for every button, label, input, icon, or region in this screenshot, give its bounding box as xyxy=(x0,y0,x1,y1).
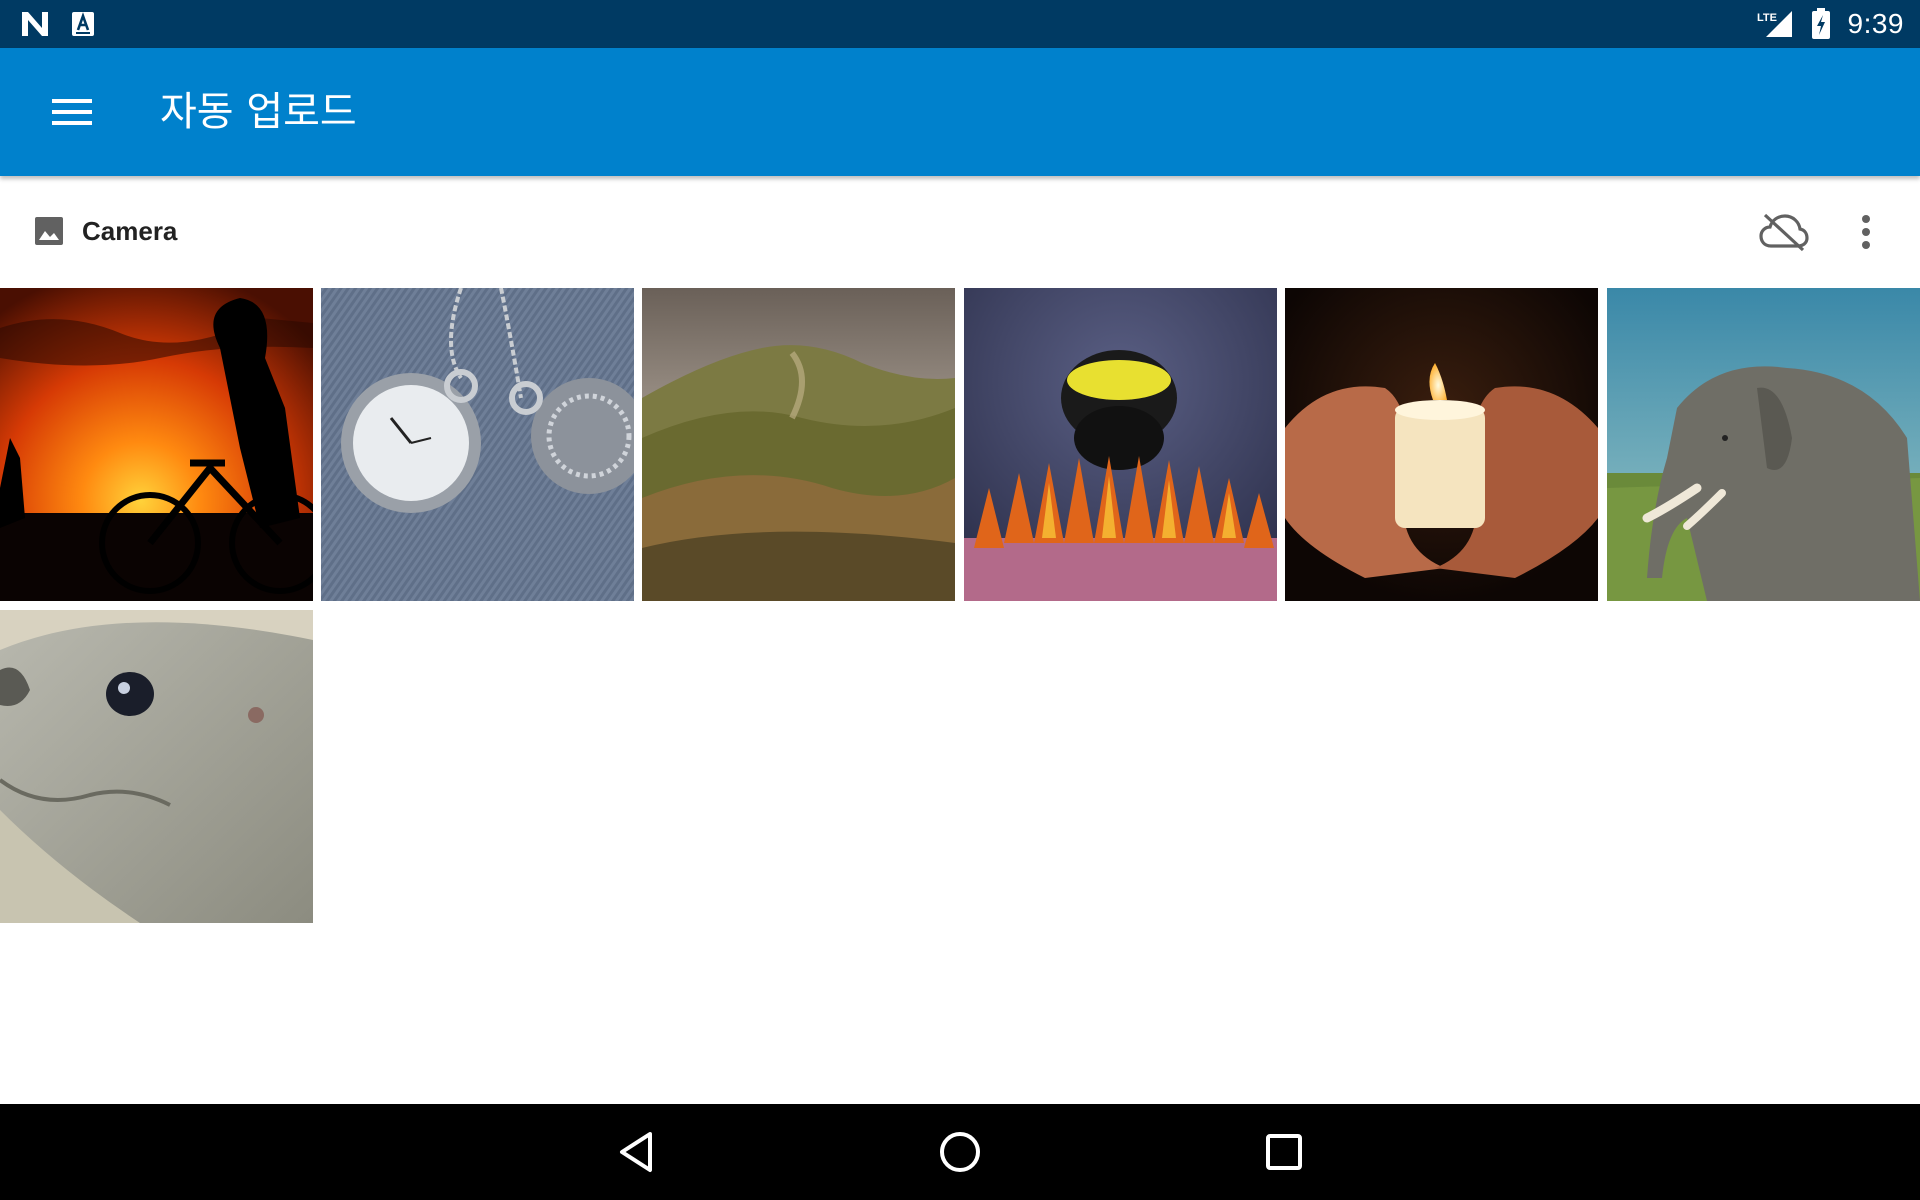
folder-header: Camera xyxy=(0,176,1920,286)
back-button[interactable] xyxy=(604,1120,668,1184)
folder-name: Camera xyxy=(82,216,178,246)
recents-button[interactable] xyxy=(1252,1120,1316,1184)
n-logo-icon xyxy=(22,12,48,36)
photo-image xyxy=(321,288,634,601)
photo-image xyxy=(0,610,313,923)
photo-thumbnail-hills-landscape[interactable] xyxy=(642,288,955,601)
home-icon xyxy=(940,1132,980,1172)
battery-charging-icon xyxy=(1811,8,1830,39)
lte-signal-icon: LTE xyxy=(1757,11,1792,37)
a-text-icon xyxy=(72,12,94,36)
svg-text:LTE: LTE xyxy=(1757,12,1777,24)
more-options-button[interactable] xyxy=(1846,204,1886,260)
back-icon xyxy=(620,1132,652,1172)
photo-thumbnail-pocket-watches[interactable] xyxy=(321,288,634,601)
cloud-off-button[interactable] xyxy=(1756,204,1812,260)
photo-image xyxy=(964,288,1277,601)
navigation-bar xyxy=(0,1104,1920,1200)
screen: LTE 9:39 자동 업로드 Camera xyxy=(0,0,1920,1200)
photo-thumbnail-sunset-bicycle[interactable] xyxy=(0,288,313,601)
menu-button[interactable] xyxy=(36,76,108,148)
photo-image xyxy=(1607,288,1920,601)
photo-image xyxy=(1285,288,1598,601)
home-button[interactable] xyxy=(928,1120,992,1184)
image-icon xyxy=(35,217,63,245)
recents-icon xyxy=(1266,1134,1302,1170)
photo-thumbnail-bumblebee-flower[interactable] xyxy=(964,288,1277,601)
photo-thumbnail-candle-hands[interactable] xyxy=(1285,288,1598,601)
more-vert-icon xyxy=(1862,215,1870,249)
page-title: 자동 업로드 xyxy=(160,89,357,135)
cloud-off-icon xyxy=(1759,213,1809,252)
hamburger-menu-icon xyxy=(52,99,92,125)
clock: 9:39 xyxy=(1847,8,1904,39)
photo-image xyxy=(0,288,313,601)
photo-thumbnail-elephant[interactable] xyxy=(1607,288,1920,601)
photo-image xyxy=(642,288,955,601)
photo-thumbnail-seal[interactable] xyxy=(0,610,313,923)
status-bar: LTE 9:39 xyxy=(0,0,1920,48)
app-bar: 자동 업로드 xyxy=(0,48,1920,176)
